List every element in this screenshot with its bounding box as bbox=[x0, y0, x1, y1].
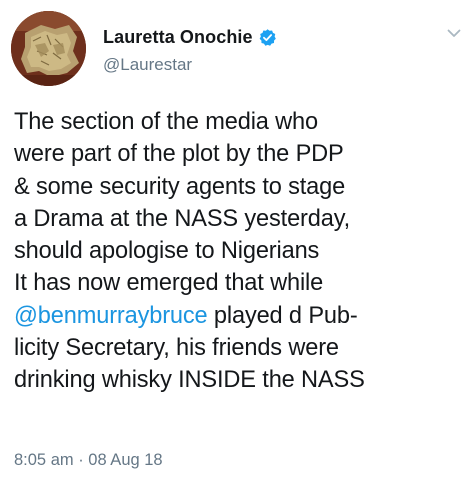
tweet-line: a Drama at the NASS yesterday, bbox=[14, 205, 351, 232]
tweet-text: The section of the media who were part o… bbox=[14, 106, 466, 397]
tweet-line: drinking whisky INSIDE the NASS bbox=[14, 367, 365, 394]
chevron-down-icon[interactable] bbox=[445, 24, 463, 42]
tweet-line: licity Secretary, his friends were bbox=[14, 335, 339, 362]
display-name[interactable]: Lauretta Onochie bbox=[103, 27, 253, 48]
tweet-line-with-mention: @benmurraybruce played d Pub- bbox=[14, 300, 466, 332]
avatar[interactable] bbox=[11, 11, 86, 86]
mention-link[interactable]: @benmurraybruce bbox=[14, 303, 208, 329]
tweet-line: It has now emerged that while bbox=[14, 270, 324, 297]
tweet-line: should apologise to Nigerians bbox=[14, 238, 320, 265]
tweet-line: The section of the media who bbox=[14, 109, 319, 135]
tweet-timestamp[interactable]: 8:05 am · 08 Aug 18 bbox=[14, 451, 163, 470]
tweet-line: were part of the plot by the PDP bbox=[14, 141, 344, 168]
user-handle[interactable]: @Laurestar bbox=[103, 55, 192, 75]
display-name-row: Lauretta Onochie bbox=[103, 25, 277, 49]
tweet-line: & some security agents to stage bbox=[14, 173, 346, 200]
verified-badge-icon bbox=[258, 28, 277, 47]
tweet-card: Lauretta Onochie @Laurestar The section … bbox=[0, 0, 474, 481]
mention-line-text: played d Pub- bbox=[207, 302, 358, 329]
